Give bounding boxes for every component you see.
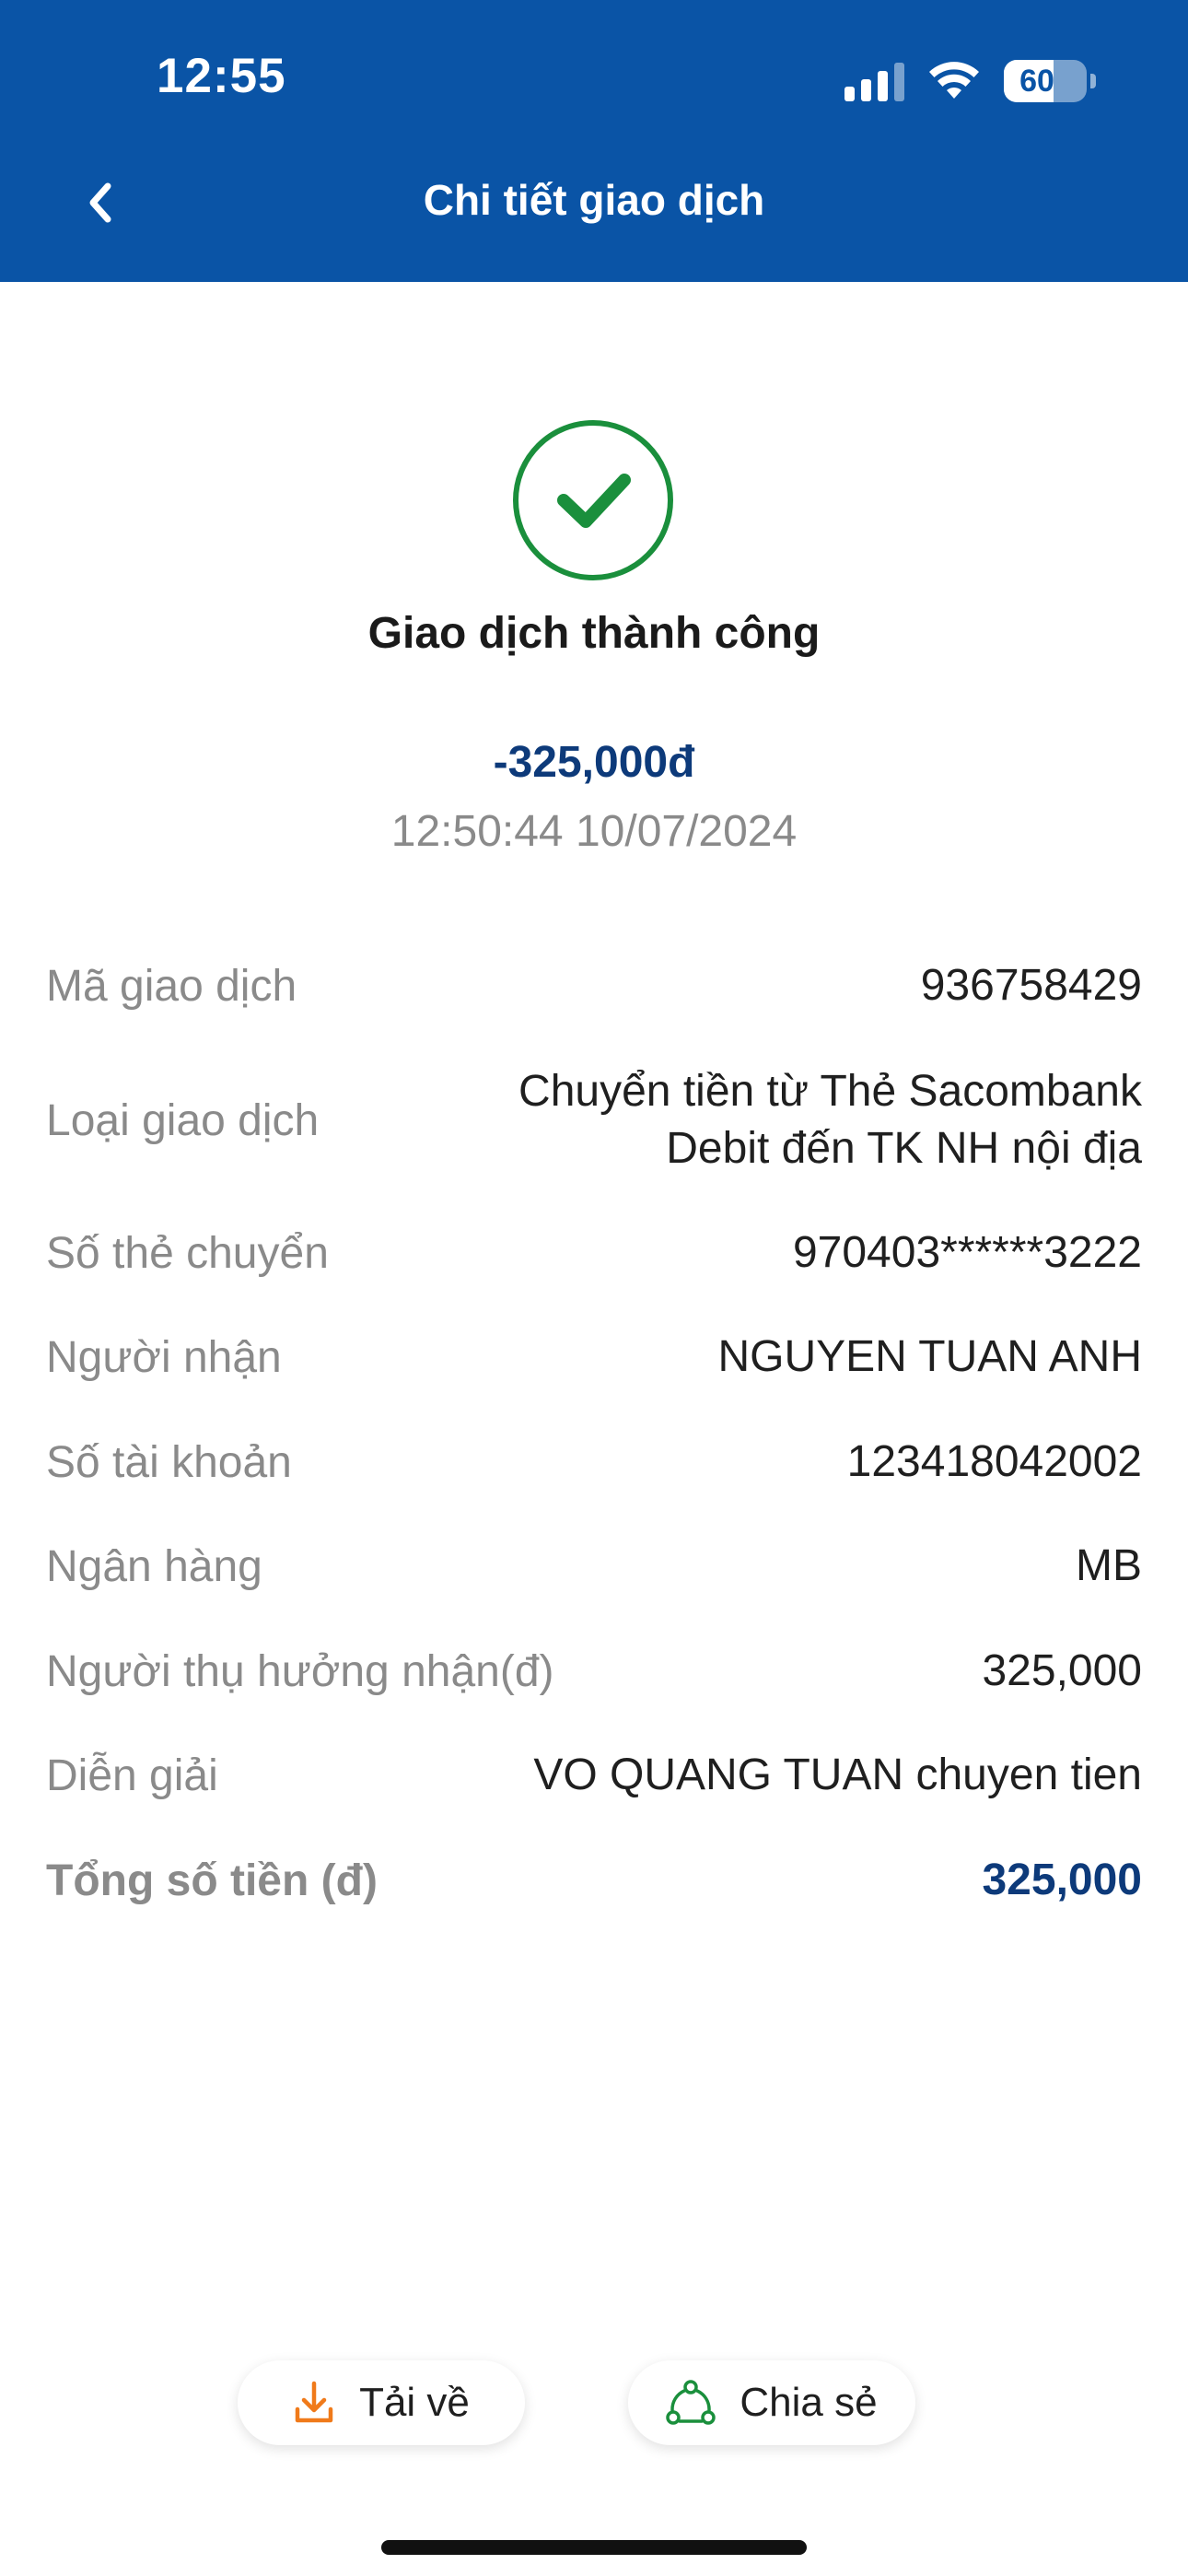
- download-button[interactable]: Tải về: [238, 2360, 525, 2445]
- detail-label: Số tài khoản: [46, 1437, 292, 1487]
- detail-label: Tổng số tiền (đ): [46, 1856, 378, 1905]
- status-time: 12:55: [157, 49, 286, 103]
- detail-row-beneficiary-amount: Người thụ hưởng nhận(đ) 325,000: [46, 1642, 1142, 1701]
- detail-value: Chuyển tiền từ Thẻ Sacombank Debit đến T…: [518, 1063, 1142, 1177]
- download-icon: [295, 2381, 333, 2423]
- page-title: Chi tiết giao dịch: [423, 176, 765, 224]
- detail-label: Diễn giải: [46, 1751, 218, 1800]
- detail-row-description: Diễn giải VO QUANG TUAN chuyen tien: [46, 1746, 1142, 1805]
- detail-value: 325,000: [982, 1856, 1142, 1904]
- detail-value: 325,000: [982, 1646, 1142, 1695]
- detail-value: VO QUANG TUAN chuyen tien: [533, 1751, 1142, 1799]
- battery-level: 60: [1019, 64, 1054, 99]
- detail-row-bank: Ngân hàng MB: [46, 1537, 1142, 1596]
- detail-row-transaction-type: Loại giao dịch Chuyển tiền từ Thẻ Sacomb…: [46, 1061, 1142, 1179]
- detail-value-line-2: Debit đến TK NH nội địa: [666, 1124, 1142, 1173]
- cellular-signal-icon: [844, 61, 904, 101]
- home-indicator[interactable]: [381, 2540, 807, 2555]
- detail-row-recipient: Người nhận NGUYEN TUAN ANH: [46, 1328, 1142, 1387]
- detail-value-line-1: Chuyển tiền từ Thẻ Sacombank: [518, 1067, 1142, 1116]
- detail-label: Ngân hàng: [46, 1541, 262, 1591]
- detail-row-card-number: Số thẻ chuyển 970403******3222: [46, 1224, 1142, 1282]
- detail-value: NGUYEN TUAN ANH: [717, 1332, 1142, 1381]
- detail-label: Số thẻ chuyển: [46, 1228, 329, 1278]
- detail-value: 123418042002: [846, 1437, 1142, 1486]
- detail-value: 970403******3222: [792, 1228, 1142, 1277]
- detail-label: Người nhận: [46, 1332, 282, 1382]
- detail-row-total: Tổng số tiền (đ) 325,000: [46, 1851, 1142, 1910]
- detail-value: MB: [1076, 1541, 1142, 1590]
- transaction-amount: -325,000đ: [493, 738, 695, 787]
- detail-label: Mã giao dịch: [46, 961, 297, 1011]
- status-icons: 60: [844, 53, 1096, 109]
- transaction-datetime: 12:50:44 10/07/2024: [390, 807, 798, 856]
- detail-label: Loại giao dịch: [46, 1095, 320, 1145]
- share-label: Chia sẻ: [740, 2380, 878, 2425]
- detail-value: 936758429: [920, 961, 1142, 1010]
- detail-label: Người thụ hưởng nhận(đ): [46, 1646, 554, 1696]
- success-check-icon: [513, 420, 673, 580]
- wifi-icon: [929, 62, 979, 99]
- transaction-detail-screen: 12:55 60 Chi tiết giao dịch Giao dịch th…: [0, 0, 1188, 2576]
- battery-icon: 60: [1004, 60, 1096, 102]
- share-icon: [666, 2380, 716, 2425]
- app-header: 12:55 60 Chi tiết giao dịch: [0, 0, 1188, 282]
- download-label: Tải về: [359, 2380, 470, 2425]
- detail-row-account-number: Số tài khoản 123418042002: [46, 1433, 1142, 1492]
- share-button[interactable]: Chia sẻ: [628, 2360, 915, 2445]
- detail-row-transaction-id: Mã giao dịch 936758429: [46, 956, 1142, 1015]
- transaction-status: Giao dịch thành công: [367, 609, 821, 658]
